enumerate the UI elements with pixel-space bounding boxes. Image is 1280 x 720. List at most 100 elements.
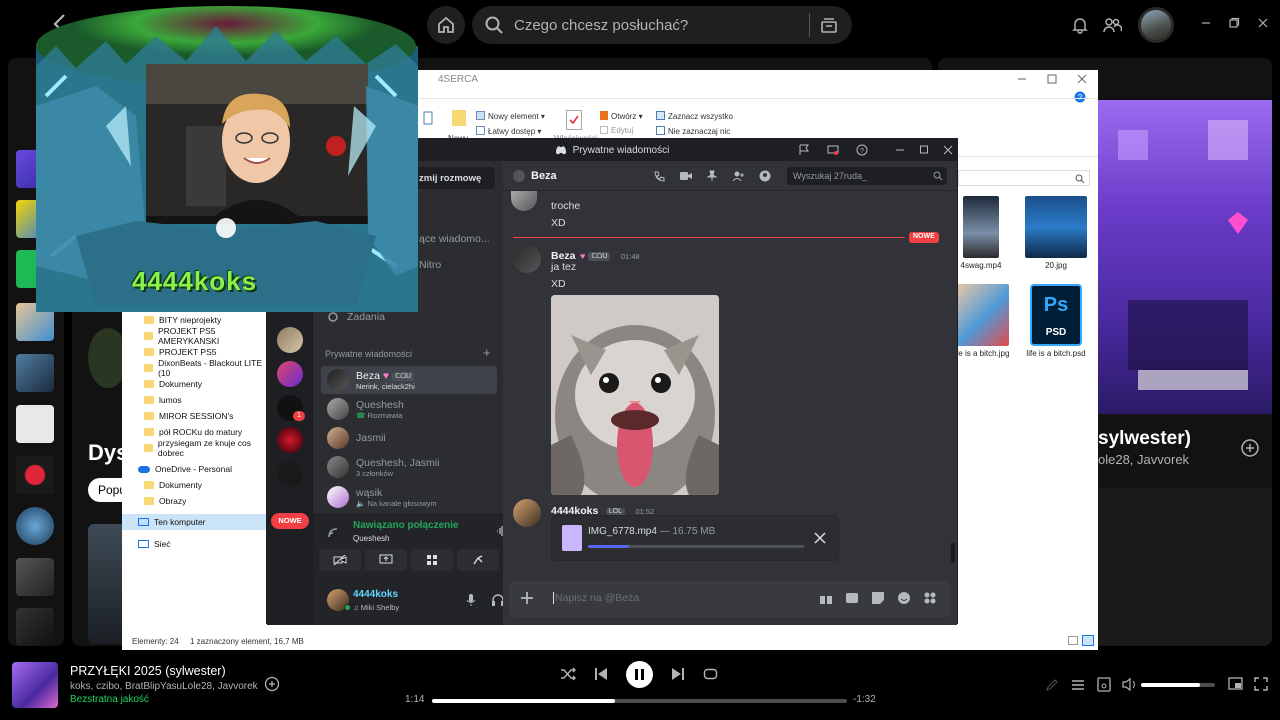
camera-off-button[interactable]	[319, 549, 361, 571]
discord-maximize-icon[interactable]	[919, 144, 929, 156]
tree-item[interactable]: Dokumenty	[122, 376, 266, 392]
pause-button[interactable]	[626, 661, 653, 688]
tree-item-network[interactable]: Sieć	[122, 536, 266, 552]
message-input[interactable]: Napisz na @Beza	[553, 592, 639, 604]
playback-progress-bar[interactable]	[432, 699, 847, 703]
home-button[interactable]	[427, 6, 465, 44]
tree-item[interactable]: przysiegam ze knuje cos dobrec	[122, 438, 266, 458]
screen-share-icon[interactable]	[827, 144, 839, 156]
queue-icon[interactable]	[1071, 678, 1085, 692]
easy-access-button[interactable]: Łatwy dostęp ▾	[476, 126, 541, 136]
message-requests-item[interactable]: ące wiadomo...	[419, 233, 490, 245]
minimize-icon[interactable]	[1200, 17, 1212, 29]
create-dm-icon[interactable]: +	[483, 345, 491, 360]
fullscreen-icon[interactable]	[1254, 677, 1268, 691]
now-playing-title[interactable]: PRZYŁĘKI 2025 (sylwester)	[70, 664, 226, 678]
soundboard-button[interactable]	[457, 549, 499, 571]
mini-player-icon[interactable]	[1228, 677, 1243, 691]
tree-item[interactable]: lumos	[122, 392, 266, 408]
tree-item-this-pc[interactable]: Ten komputer	[122, 514, 266, 530]
tree-item-onedrive[interactable]: OneDrive - Personal	[122, 461, 266, 477]
discord-close-icon[interactable]	[943, 144, 953, 156]
pinned-messages-icon[interactable]	[706, 170, 718, 182]
tree-item[interactable]: Obrazy	[122, 493, 266, 509]
video-call-icon[interactable]	[679, 170, 693, 182]
restore-icon[interactable]	[1228, 17, 1240, 29]
repeat-icon[interactable]	[703, 667, 718, 681]
details-view-icon[interactable]	[1068, 636, 1078, 645]
pencil-icon[interactable]	[1045, 678, 1059, 692]
explorer-search-input[interactable]	[958, 170, 1090, 186]
new-folder-icon[interactable]	[452, 110, 466, 126]
discord-minimize-icon[interactable]	[895, 144, 905, 156]
nitro-item[interactable]: Nitro	[419, 259, 441, 271]
library-item[interactable]	[16, 354, 54, 392]
edit-button[interactable]: Edytuj	[600, 126, 633, 135]
tree-item[interactable]: MIROR SESSION's	[122, 408, 266, 424]
search-input[interactable]: Czego chcesz posłuchać?	[514, 17, 809, 34]
library-item[interactable]	[16, 558, 54, 596]
select-all-button[interactable]: Zaznacz wszystko	[656, 111, 733, 121]
microphone-icon[interactable]	[466, 593, 476, 607]
add-friends-icon[interactable]	[732, 170, 745, 182]
volume-icon[interactable]	[1122, 677, 1138, 692]
library-item[interactable]	[16, 608, 54, 646]
gift-icon[interactable]	[819, 591, 833, 605]
properties-icon[interactable]	[566, 110, 582, 130]
new-messages-pill[interactable]: NOWE	[271, 513, 309, 529]
server-icon[interactable]	[277, 427, 303, 453]
library-item[interactable]	[16, 456, 54, 494]
dm-item-wasik[interactable]: wąsik 🔈 Na kanale głosowym	[321, 483, 497, 511]
inbox-flag-icon[interactable]	[799, 144, 809, 156]
shuffle-icon[interactable]	[560, 666, 576, 682]
open-button[interactable]: Otwórz ▾	[600, 111, 643, 121]
dm-item-jasmii[interactable]: Jasmii	[321, 424, 497, 452]
explorer-help-icon[interactable]: ?	[1074, 91, 1086, 103]
chat-scrollbar[interactable]	[951, 543, 955, 563]
cancel-upload-icon[interactable]	[814, 532, 826, 544]
file-tile[interactable]: 20.jpg	[1021, 196, 1091, 270]
select-none-button[interactable]: Nie zaznaczaj nic	[656, 126, 730, 136]
library-item[interactable]	[16, 507, 54, 545]
file-tile[interactable]: Ps PSD life is a bitch.psd	[1021, 284, 1091, 358]
screen-share-button[interactable]	[365, 549, 407, 571]
apps-icon[interactable]	[923, 591, 937, 605]
now-playing-cover[interactable]	[12, 662, 58, 708]
voice-call-icon[interactable]	[653, 170, 666, 183]
explorer-minimize-icon[interactable]	[1017, 74, 1027, 84]
add-to-playlist-icon[interactable]	[1240, 438, 1260, 458]
close-icon[interactable]	[1257, 17, 1269, 29]
new-item-button[interactable]: Nowy element ▾	[476, 111, 545, 121]
library-item[interactable]	[16, 405, 54, 443]
tiles-view-icon[interactable]	[1082, 635, 1094, 646]
dm-item-queshesh[interactable]: Queshesh ☎ Rozmawia	[321, 395, 497, 423]
volume-slider[interactable]	[1141, 683, 1215, 687]
voice-channel-name[interactable]: Queshesh	[353, 534, 389, 543]
chat-search-input[interactable]: Wyszukaj 27ruda_	[787, 167, 947, 185]
ribbon-cut-icon[interactable]	[422, 110, 434, 125]
tree-item[interactable]: Dokumenty	[122, 477, 266, 493]
search-bar[interactable]: Czego chcesz posłuchać?	[472, 6, 852, 44]
help-icon[interactable]: ?	[856, 144, 868, 156]
emoji-icon[interactable]	[897, 591, 911, 605]
now-playing-artists[interactable]: koks, czibo, BratBlipYasuLole28, Javvore…	[70, 681, 258, 692]
profile-avatar[interactable]	[1138, 7, 1174, 43]
notifications-bell-icon[interactable]	[1071, 16, 1089, 34]
next-track-icon[interactable]	[671, 667, 685, 681]
previous-track-icon[interactable]	[594, 667, 608, 681]
add-to-library-icon[interactable]	[264, 676, 280, 692]
server-icon[interactable]	[277, 327, 303, 353]
connect-device-icon[interactable]	[1097, 677, 1111, 692]
explorer-maximize-icon[interactable]	[1047, 74, 1057, 84]
server-icon[interactable]	[277, 361, 303, 387]
dm-item-beza[interactable]: Beza ♥ ᑕᗝᑌ Nerink, cielack2hi	[321, 366, 497, 394]
activities-button[interactable]	[411, 549, 453, 571]
audio-quality-label[interactable]: Bezstratna jakość	[70, 694, 149, 705]
sticker-icon[interactable]	[871, 591, 885, 605]
browse-icon[interactable]	[820, 16, 838, 34]
user-profile-icon[interactable]	[759, 170, 771, 182]
dm-item-group[interactable]: Queshesh, Jasmii 3 członków	[321, 453, 497, 481]
tasks-item[interactable]: Zadania	[347, 311, 385, 323]
cat-image-attachment[interactable]	[551, 295, 719, 495]
tree-item[interactable]: DixonBeats - Blackout LITE (10	[122, 358, 266, 378]
